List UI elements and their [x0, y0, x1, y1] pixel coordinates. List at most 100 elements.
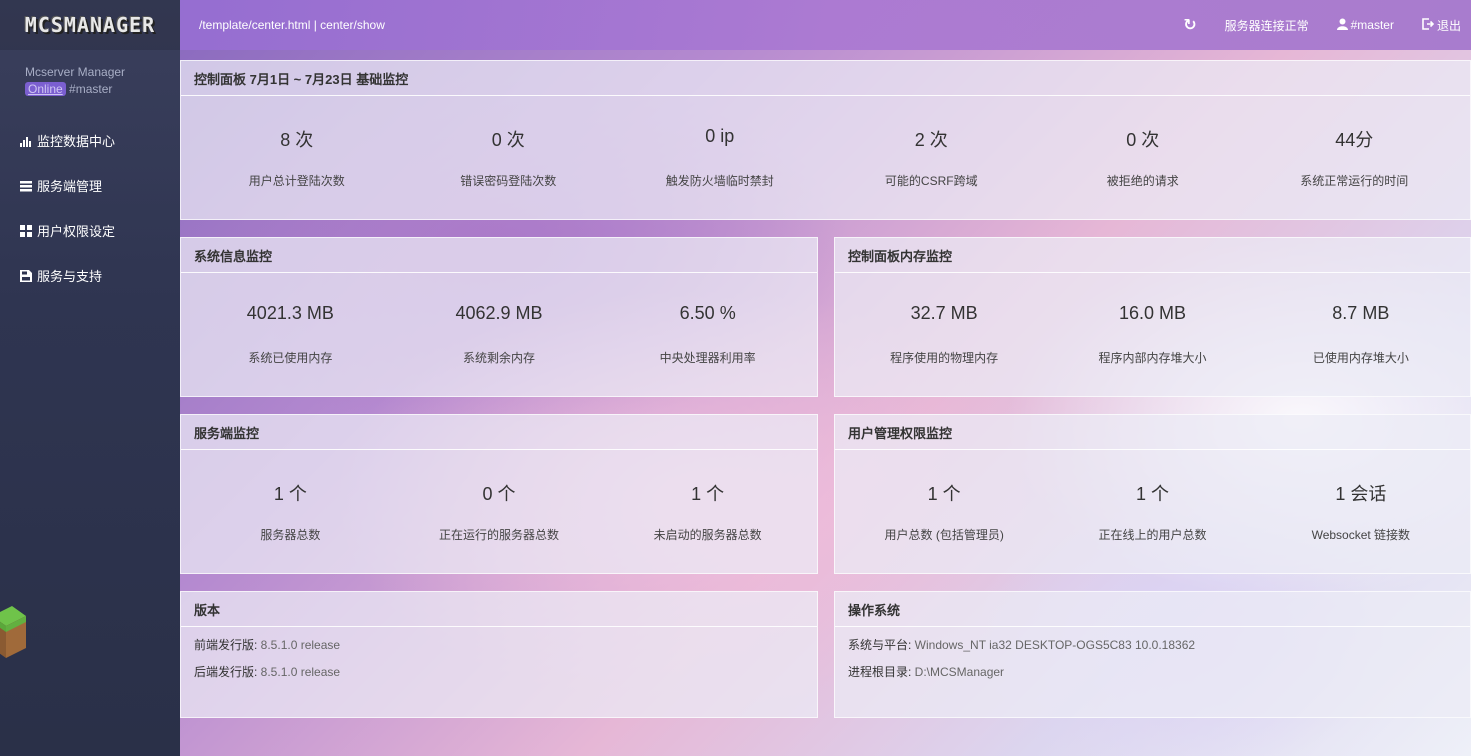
basic-stats: 8 次 用户总计登陆次数 0 次 错误密码登陆次数 0 ip 触发防火墙临时禁封…: [181, 96, 1470, 189]
grid-icon: [20, 224, 32, 237]
info-value: D:\MCSManager: [914, 665, 1005, 679]
panel-title: 版本: [181, 592, 817, 627]
bookmark-icon: [20, 269, 32, 282]
stat-value: 1 个: [927, 484, 961, 504]
stat-server-total: 1 个 服务器总数: [186, 450, 395, 543]
breadcrumb: /template/center.html | center/show: [199, 18, 385, 32]
info-value: 8.5.1.0 release: [260, 665, 341, 679]
stat-websocket: 1 会话 Websocket 链接数: [1257, 450, 1465, 543]
stat-value: 1 会话: [1335, 484, 1387, 504]
stat-value: 0 ip: [705, 126, 735, 146]
stat-value: 1 个: [273, 484, 307, 504]
stat-label: Websocket 链接数: [1311, 528, 1411, 542]
panel-memory-panel: 控制面板内存监控 32.7 MB 程序使用的物理内存 16.0 MB 程序内部内…: [834, 237, 1471, 397]
stat-value: 32.7 MB: [910, 303, 978, 323]
stat-label: 程序内部内存堆大小: [1098, 351, 1207, 365]
sidebar-nav: 监控数据中心 服务端管理 用户权限设定 服务与支持: [0, 118, 180, 298]
user-permission-panel: 用户管理权限监控 1 个 用户总数 (包括管理员) 1 个 正在线上的用户总数 …: [834, 414, 1471, 574]
sidebar-item-label: 服务与支持: [37, 269, 103, 284]
backend-version: 后端发行版: 8.5.1.0 release: [181, 659, 817, 686]
stat-label: 未启动的服务器总数: [653, 528, 762, 542]
stat-label: 用户总计登陆次数: [248, 174, 345, 188]
stat-label: 用户总数 (包括管理员): [884, 528, 1004, 542]
stat-uptime: 44分 系统正常运行的时间: [1249, 96, 1461, 189]
panel-title: 操作系统: [835, 592, 1470, 627]
process-root: 进程根目录: D:\MCSManager: [835, 659, 1470, 686]
panel-title: 用户管理权限监控: [835, 415, 1470, 450]
stat-user-total: 1 个 用户总数 (包括管理员): [840, 450, 1048, 543]
stat-physical-memory: 32.7 MB 程序使用的物理内存: [840, 273, 1048, 366]
stat-value: 16.0 MB: [1118, 303, 1187, 323]
stat-label: 已使用内存堆大小: [1312, 351, 1409, 365]
stat-value: 6.50 %: [679, 303, 736, 323]
info-key: 进程根目录:: [848, 665, 915, 679]
os-panel: 操作系统 系统与平台: Windows_NT ia32 DESKTOP-OGS5…: [834, 591, 1471, 718]
panel-title: 控制面板内存监控: [835, 238, 1470, 273]
os-platform: 系统与平台: Windows_NT ia32 DESKTOP-OGS5C83 1…: [835, 632, 1470, 659]
stat-value: 0 个: [482, 484, 516, 504]
panel-title: 系统信息监控: [181, 238, 817, 273]
header-username: #master: [1350, 18, 1394, 32]
stat-value: 4021.3 MB: [246, 303, 334, 323]
panel-title: 服务端监控: [181, 415, 817, 450]
sidebar-item-label: 监控数据中心: [37, 134, 116, 149]
sidebar-item-servers[interactable]: 服务端管理: [0, 163, 180, 208]
info-key: 前端发行版:: [194, 638, 261, 652]
stat-label: 可能的CSRF跨域: [884, 174, 978, 188]
sidebar-item-label: 服务端管理: [37, 179, 103, 194]
stat-used-memory: 4021.3 MB 系统已使用内存: [186, 273, 395, 366]
refresh-icon[interactable]: ↻: [1183, 15, 1196, 35]
user-icon: [1336, 18, 1348, 33]
stat-heap-total: 16.0 MB 程序内部内存堆大小: [1048, 273, 1256, 366]
sidebar-username: #master: [69, 82, 113, 96]
info-key: 系统与平台:: [848, 638, 915, 652]
sidebar-item-support[interactable]: 服务与支持: [0, 253, 180, 298]
logo-text: MCSMANAGER: [24, 13, 156, 37]
stat-csrf: 2 次 可能的CSRF跨域: [826, 96, 1038, 189]
stat-value: 0 次: [1126, 130, 1160, 150]
sidebar-item-monitor[interactable]: 监控数据中心: [0, 118, 180, 163]
top-header: /template/center.html | center/show ↻ 服务…: [180, 0, 1471, 50]
stat-free-memory: 4062.9 MB 系统剩余内存: [395, 273, 604, 366]
stat-label: 系统正常运行的时间: [1300, 174, 1409, 188]
server-stats: 1 个 服务器总数 0 个 正在运行的服务器总数 1 个 未启动的服务器总数: [181, 450, 817, 543]
stat-value: 1 个: [1135, 484, 1169, 504]
stat-cpu: 6.50 % 中央处理器利用率: [603, 273, 812, 366]
stat-firewall-ban: 0 ip 触发防火墙临时禁封: [614, 96, 826, 189]
system-info-panel: 系统信息监控 4021.3 MB 系统已使用内存 4062.9 MB 系统剩余内…: [180, 237, 818, 397]
stat-label: 系统已使用内存: [248, 351, 333, 365]
panel-title: 控制面板 7月1日 ~ 7月23日 基础监控: [181, 61, 1470, 96]
stat-label: 被拒绝的请求: [1106, 174, 1179, 188]
bar-chart-icon: [20, 135, 32, 147]
stat-heap-used: 8.7 MB 已使用内存堆大小: [1257, 273, 1465, 366]
stat-value: 8 次: [280, 130, 314, 150]
info-value: Windows_NT ia32 DESKTOP-OGS5C83 10.0.183…: [914, 638, 1196, 652]
online-badge: Online: [25, 82, 66, 96]
version-panel: 版本 前端发行版: 8.5.1.0 release 后端发行版: 8.5.1.0…: [180, 591, 818, 718]
logout-icon: [1422, 17, 1435, 33]
sidebar-item-label: 用户权限设定: [37, 224, 116, 239]
stat-wrong-password: 0 次 错误密码登陆次数: [403, 96, 615, 189]
logout-button[interactable]: 退出: [1422, 17, 1461, 34]
stat-server-running: 0 个 正在运行的服务器总数: [395, 450, 604, 543]
stat-label: 触发防火墙临时禁封: [665, 174, 774, 188]
info-key: 后端发行版:: [194, 665, 261, 679]
stat-label: 正在运行的服务器总数: [439, 528, 560, 542]
user-status-line: Online #master: [25, 81, 180, 98]
version-lines: 前端发行版: 8.5.1.0 release 后端发行版: 8.5.1.0 re…: [181, 627, 817, 686]
os-lines: 系统与平台: Windows_NT ia32 DESKTOP-OGS5C83 1…: [835, 627, 1470, 686]
stat-value: 44分: [1335, 130, 1374, 150]
stat-server-stopped: 1 个 未启动的服务器总数: [603, 450, 812, 543]
stat-label: 中央处理器利用率: [659, 351, 756, 365]
stat-value: 4062.9 MB: [455, 303, 543, 323]
memory-stats: 32.7 MB 程序使用的物理内存 16.0 MB 程序内部内存堆大小 8.7 …: [835, 273, 1470, 366]
logo[interactable]: MCSMANAGER: [0, 0, 180, 50]
stat-user-online: 1 个 正在线上的用户总数: [1048, 450, 1256, 543]
user-menu[interactable]: #master: [1336, 18, 1394, 33]
stat-label: 程序使用的物理内存: [890, 351, 999, 365]
app-name: Mcserver Manager: [25, 65, 126, 79]
basic-monitor-panel: 控制面板 7月1日 ~ 7月23日 基础监控 8 次 用户总计登陆次数 0 次 …: [180, 60, 1471, 220]
frontend-version: 前端发行版: 8.5.1.0 release: [181, 632, 817, 659]
sidebar-item-permissions[interactable]: 用户权限设定: [0, 208, 180, 253]
stat-value: 2 次: [914, 130, 948, 150]
